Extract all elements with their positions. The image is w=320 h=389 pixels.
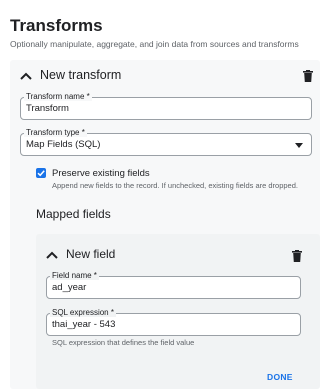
page-subtitle: Optionally manipulate, aggregate, and jo… <box>10 39 299 49</box>
sql-expression-value[interactable]: thai_year - 543 <box>52 319 115 330</box>
field-name-value[interactable]: ad_year <box>52 282 86 293</box>
trash-icon[interactable] <box>292 250 302 262</box>
checkmark-icon <box>37 170 45 177</box>
transform-type-label: Transform type * <box>24 128 87 137</box>
trash-icon[interactable] <box>303 70 313 82</box>
transform-name-label: Transform name * <box>24 92 92 101</box>
transform-header-title: New transform <box>40 68 122 82</box>
mapped-field-header-title: New field <box>66 247 116 261</box>
chevron-up-icon[interactable] <box>45 250 59 260</box>
chevron-up-icon[interactable] <box>19 71 33 81</box>
transform-name-value[interactable]: Transform <box>26 103 69 114</box>
sql-expression-label: SQL expression * <box>50 308 116 317</box>
dropdown-arrow-icon[interactable] <box>295 143 303 148</box>
preserve-fields-help: Append new fields to the record. If unch… <box>52 181 298 190</box>
page-title: Transforms <box>10 16 103 35</box>
preserve-fields-checkbox[interactable] <box>36 168 46 178</box>
field-name-label: Field name * <box>50 271 99 280</box>
preserve-fields-label[interactable]: Preserve existing fields <box>52 168 150 179</box>
transform-type-value[interactable]: Map Fields (SQL) <box>26 139 100 150</box>
sql-expression-help: SQL expression that defines the field va… <box>52 338 195 347</box>
mapped-fields-title: Mapped fields <box>36 207 111 221</box>
done-button[interactable]: DONE <box>267 372 293 382</box>
